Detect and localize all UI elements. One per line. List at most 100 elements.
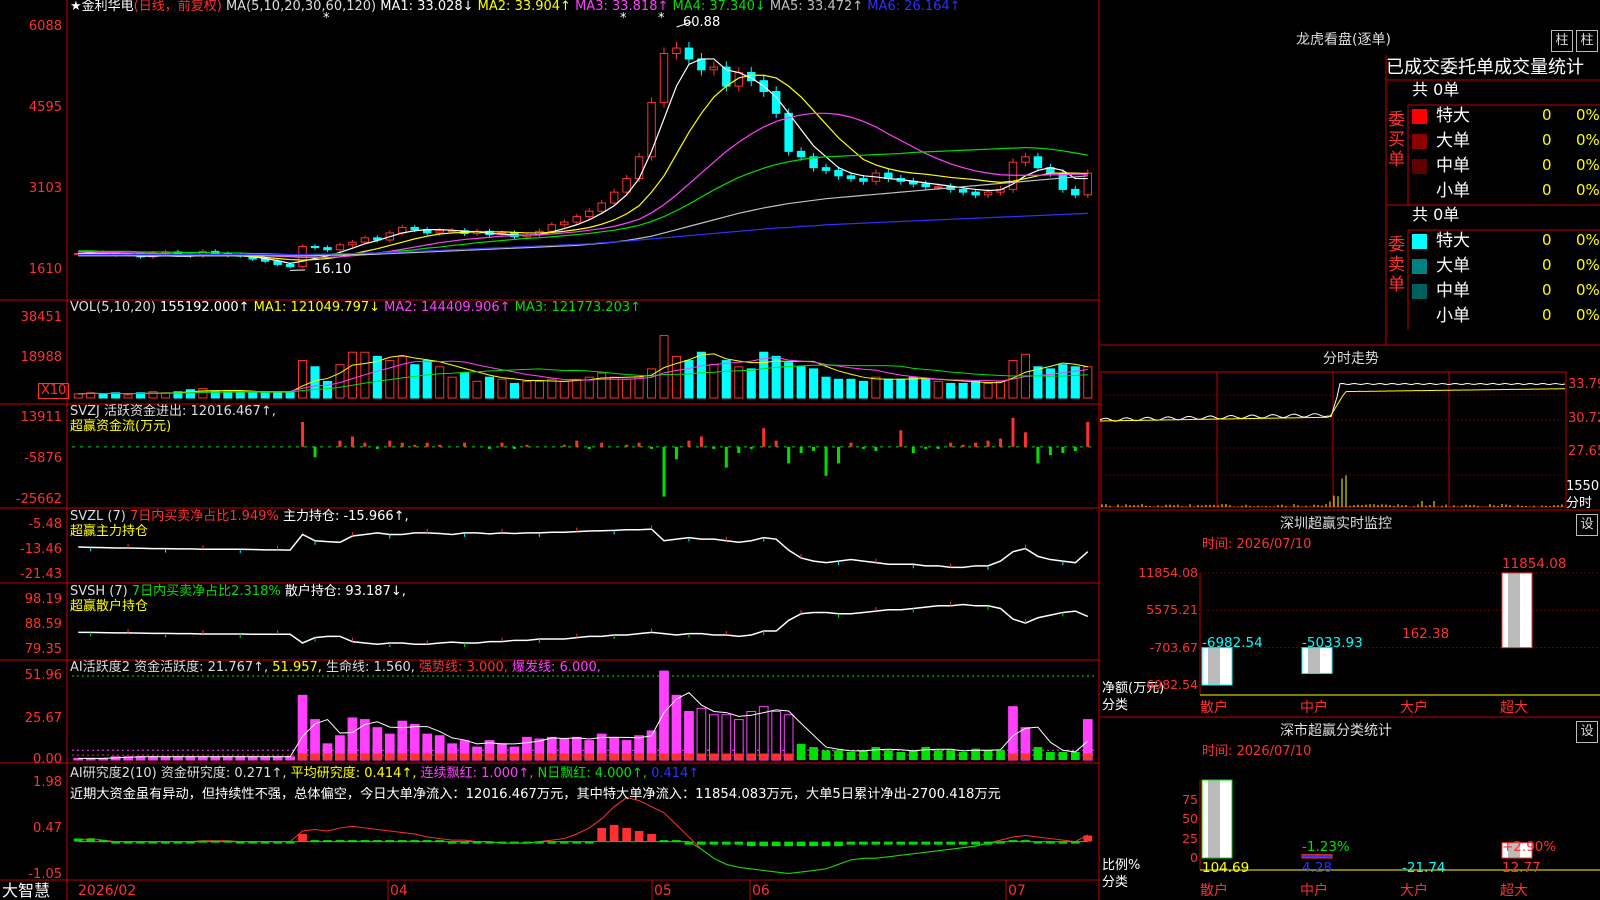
szc-ylabel-3: 25 [1130,832,1198,846]
candle-down [847,176,854,179]
svzj-title: SVZJ 活跃资金进出: 12016.467↑, [70,405,276,419]
szm-cat-3: 大户 [1400,701,1428,715]
svzj-bar [899,430,902,447]
ai-research-field-5: 0.414↑ [647,766,699,781]
ai-research-bar [311,840,320,842]
svzj-bar [737,447,740,453]
candle-up [610,192,617,203]
svzl-title: SVZL (7) 7日内买卖净占比1.949% 主力持仓: -15.966↑, [70,510,409,524]
szm-bar-shade [1208,648,1220,685]
ai-research-bar [635,831,644,842]
szc-cat-2: 中户 [1300,884,1328,898]
svzj-bar [1036,447,1039,464]
svzj-bar [874,447,877,451]
price-header: ★金利华电(日线，前复权) MA(5,10,20,30,60,120) MA1:… [70,0,961,14]
svzj-subtitle: 超赢资金流(万元) [70,420,171,434]
ai-active-base [759,754,768,760]
ai-active-base [572,754,581,760]
ai-active-bar [884,750,893,760]
candle-up [984,192,991,195]
ai-active-base [311,754,320,760]
candle-up [934,187,941,188]
candle-up [548,225,555,232]
svzj-bar [351,436,354,446]
svzj-bar [376,447,379,449]
vol-bar [473,381,481,398]
ai-research-bar [161,842,170,844]
ai-research-bar [797,842,806,847]
vol-bar [423,361,431,398]
svzj-bar [388,441,391,447]
vol-bar [972,381,980,398]
ai-research-bar [523,842,532,844]
vol-value: 155192.000↑ [160,300,249,315]
ai-active-bar [710,715,719,760]
svzl-value: 主力持仓: -15.966↑, [279,509,409,524]
szm-ylabel-2: 5575.21 [1130,603,1198,617]
lhb-lhb-buy-row-pct: 0% [1576,133,1600,147]
ai-research-bar [398,840,407,842]
svzj-bar [712,447,715,449]
candle-up [1022,157,1029,162]
ai-research-bar [909,842,918,845]
ai-research-bar [572,842,581,844]
ai-research-bar [597,828,606,842]
szc-value-1: 104.69 [1202,861,1249,875]
svzj-bar [862,447,865,449]
vol-bar [124,395,132,398]
lhb-lhb-buy-label-char: 单 [1388,151,1405,169]
ai-active-bar [747,712,756,760]
vol-bar [984,383,992,398]
price-ylabel-2: 4595 [0,101,62,115]
lhb-lhb-buy-row-count: 0 [1542,183,1552,197]
svzl-name: SVZL (7) [70,509,130,524]
ai-research-bar [660,840,669,842]
ai-active-base [610,754,619,760]
ai-research-bar [485,842,494,844]
vol-bar [535,381,543,398]
ai-active-base [448,754,457,760]
kline-chart-area[interactable] [0,0,1100,900]
svsh-subtitle: 超赢散户持仓 [70,600,148,614]
candle-down [324,248,331,250]
svzj-bar [488,447,491,449]
vol-bar [1034,367,1042,398]
lhb-lhb-sell-row-pct: 0% [1576,258,1600,272]
ai-active-base [523,754,532,760]
ai-active-base [1009,754,1018,760]
lhb-lhb-buy-row-name: 大单 [1436,131,1470,151]
svzj-bar [999,439,1002,447]
ai-active-base [485,754,494,760]
svsh-value: 散户持仓: 93.187↓, [281,584,406,599]
ai-research-bar [236,842,245,844]
intraday-ylabel-2: 30.72 [1568,412,1600,426]
vol-bar [959,383,967,398]
svzj-bar [600,443,603,447]
lhb-lhb-sell-label-char: 委 [1388,236,1405,254]
svsh-name: SVSH (7) [70,584,132,599]
candle-up [561,222,568,225]
candle-up [673,48,680,53]
ai-active-bar [1058,752,1067,760]
vol-unit: X10 [38,383,69,399]
svzj-bar [314,447,317,457]
event-marker-1: * [323,12,330,26]
svzj-bar [837,447,840,464]
vol-bar [635,377,643,398]
ai-active-base [547,754,556,760]
candle-up [361,238,368,242]
vol-bar [710,365,718,398]
ai-active-bar [921,747,930,760]
ai-research-bar [1021,840,1030,842]
ai-active-base [323,754,332,760]
ai-research-bar [734,842,743,845]
event-marker-3: * [658,12,665,26]
vol-bar [573,379,581,398]
ai-research-bar [348,840,357,842]
lhb-lhb-sell-label-char: 单 [1388,276,1405,294]
ai-active-base [460,754,469,760]
stock-name[interactable]: ★金利华电 [70,0,134,14]
svzj-ylabel-2: -5876 [0,452,62,466]
vol-bar [797,367,805,398]
candle-down [959,189,966,192]
